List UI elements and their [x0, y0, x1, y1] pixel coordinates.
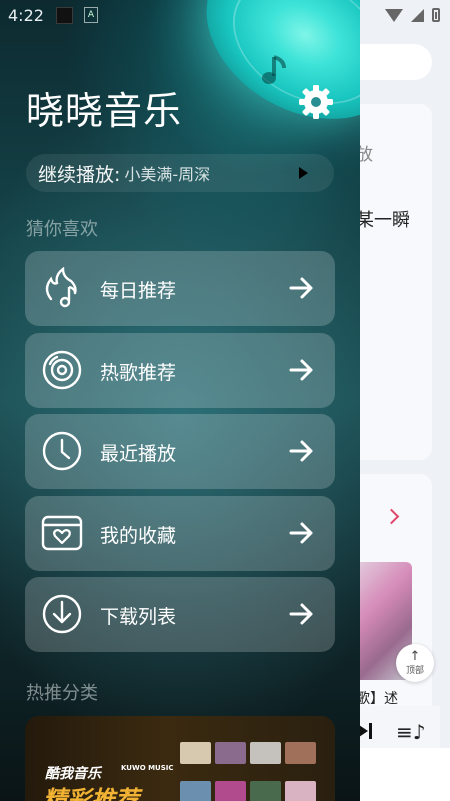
fire-music-icon — [45, 267, 77, 308]
clock-icon — [42, 431, 82, 471]
wifi-icon — [385, 8, 403, 22]
album-tile — [180, 781, 211, 801]
heart-box-icon — [41, 515, 83, 551]
arrow-right-icon — [289, 277, 313, 299]
notification-a-icon: A — [84, 7, 98, 23]
battery-icon — [432, 8, 440, 22]
album-tile — [250, 781, 281, 801]
download-icon — [42, 594, 82, 634]
album-tile — [250, 742, 281, 764]
menu-item-hot-songs[interactable]: 热歌推荐 — [25, 333, 335, 408]
signal-icon — [411, 8, 424, 22]
album-tile — [285, 781, 316, 801]
banner-album-grid — [180, 742, 320, 801]
back-to-top-button[interactable]: ↑ 顶部 — [396, 644, 434, 682]
gear-icon[interactable] — [298, 84, 334, 120]
arrow-right-icon — [289, 440, 313, 462]
arrow-right-icon — [289, 522, 313, 544]
continue-playing-bar[interactable]: 继续播放: 小美满-周深 — [26, 154, 334, 192]
category-banner[interactable]: 酷我音乐 KUWO MUSIC 精彩推荐 — [25, 716, 335, 801]
section-title-hot-categories: 热推分类 — [26, 683, 98, 704]
album-tile — [285, 742, 316, 764]
arrow-right-icon — [289, 603, 313, 625]
banner-headline: 精彩推荐 — [43, 786, 139, 801]
album-tile — [215, 781, 246, 801]
album-tile — [180, 742, 211, 764]
menu-item-downloads[interactable]: 下载列表 — [25, 577, 335, 652]
menu-item-recent-played[interactable]: 最近播放 — [25, 414, 335, 489]
arrow-up-icon: ↑ — [409, 648, 421, 664]
notification-icon — [56, 7, 73, 24]
arrow-right-icon — [289, 359, 313, 381]
continue-label: 继续播放: — [38, 163, 121, 186]
menu-label: 我的收藏 — [100, 525, 177, 547]
album-tile — [215, 742, 246, 764]
recent-card-title: 某一瞬 — [356, 210, 410, 231]
navigation-drawer: 4:22 A 晓晓音乐 继续播放: 小美满-周深 猜你喜欢 每日推荐 热歌推荐 … — [0, 0, 360, 801]
back-to-top-label: 顶部 — [405, 665, 424, 676]
disc-icon — [42, 350, 82, 390]
menu-label: 热歌推荐 — [100, 362, 177, 384]
menu-label: 最近播放 — [100, 443, 177, 465]
app-title: 晓晓音乐 — [26, 89, 183, 133]
menu-label: 每日推荐 — [100, 280, 177, 302]
menu-item-daily-recommend[interactable]: 每日推荐 — [25, 251, 335, 326]
menu-label: 下载列表 — [100, 606, 177, 628]
menu-item-favorites[interactable]: 我的收藏 — [25, 496, 335, 571]
banner-brand-en: KUWO MUSIC — [121, 764, 174, 772]
status-icons — [385, 6, 440, 24]
play-icon[interactable] — [299, 167, 308, 179]
section-title-guess: 猜你喜欢 — [26, 219, 98, 240]
song-caption: 歌】述 — [356, 691, 398, 707]
playlist-icon[interactable]: ≡♪ — [396, 720, 426, 744]
status-time: 4:22 — [8, 6, 44, 25]
music-note-icon — [262, 55, 286, 84]
continue-song-name: 小美满-周深 — [124, 165, 211, 184]
next-track-bar — [369, 723, 372, 739]
